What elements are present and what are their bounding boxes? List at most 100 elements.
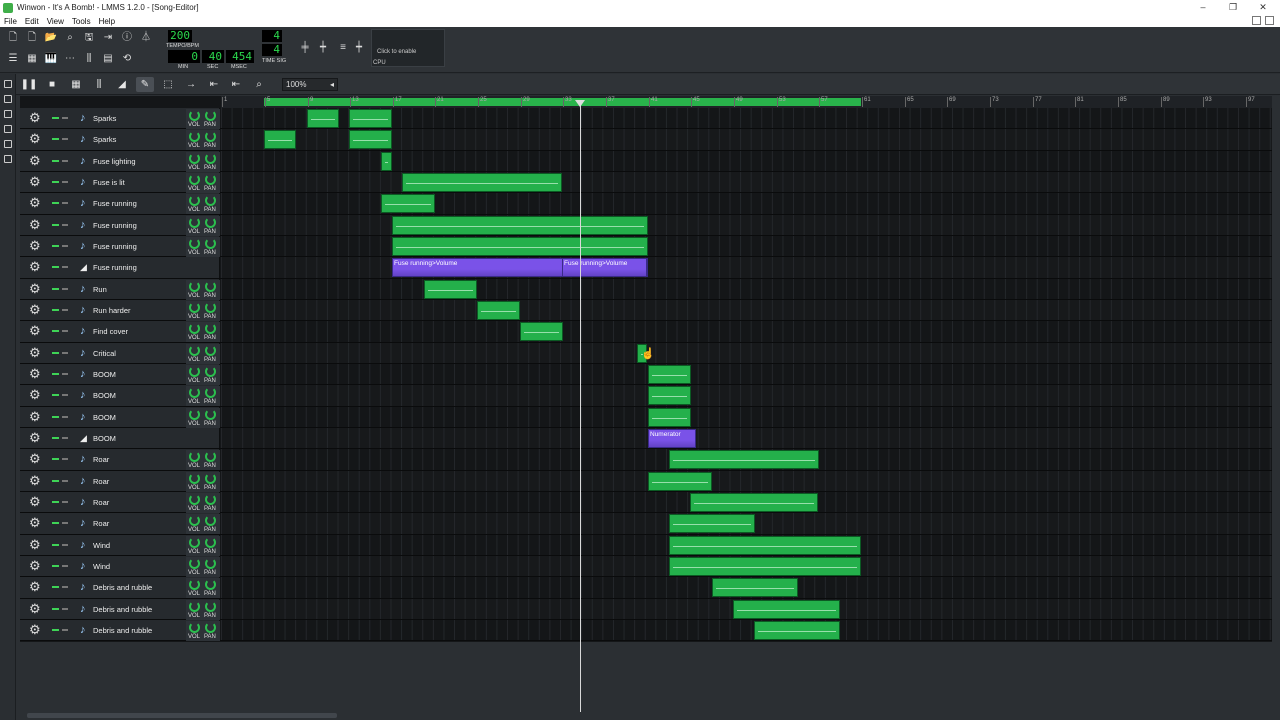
track-header[interactable]: ⚙ ◢ BOOM bbox=[20, 427, 220, 449]
volume-knob[interactable] bbox=[189, 557, 200, 569]
solo-led-icon[interactable] bbox=[62, 500, 68, 503]
volume-knob[interactable] bbox=[189, 621, 200, 633]
mute-led-icon[interactable] bbox=[52, 372, 59, 375]
track-lane[interactable] bbox=[221, 491, 1272, 513]
track-header[interactable]: ⚙ ♪ Critical VOL PAN bbox=[20, 342, 220, 364]
track-lane[interactable] bbox=[221, 150, 1272, 171]
panning-knob[interactable] bbox=[205, 110, 216, 121]
track-lane[interactable] bbox=[221, 171, 1272, 193]
volume-knob[interactable] bbox=[189, 152, 200, 164]
mute-led-icon[interactable] bbox=[52, 543, 59, 546]
mute-led-icon[interactable] bbox=[52, 479, 59, 482]
track-lane[interactable] bbox=[221, 385, 1272, 406]
track-header[interactable]: ⚙ ♪ Fuse lighting VOL PAN bbox=[20, 150, 220, 172]
pattern-clip[interactable] bbox=[690, 492, 818, 512]
track-name[interactable]: Run harder bbox=[93, 306, 131, 315]
pattern-clip[interactable] bbox=[648, 471, 712, 491]
panning-knob[interactable] bbox=[205, 387, 216, 399]
track-lane[interactable] bbox=[221, 598, 1272, 619]
piano-roll-icon[interactable]: 🎹 bbox=[44, 52, 58, 66]
gear-icon[interactable]: ⚙ bbox=[29, 516, 41, 530]
pattern-clip[interactable] bbox=[648, 364, 691, 384]
gear-icon[interactable]: ⚙ bbox=[29, 601, 41, 616]
solo-led-icon[interactable] bbox=[62, 244, 68, 247]
instrument-plugins-icon[interactable] bbox=[4, 155, 12, 163]
mute-led-icon[interactable] bbox=[52, 244, 59, 247]
panning-knob[interactable] bbox=[205, 365, 216, 377]
track-name[interactable]: BOOM bbox=[93, 413, 116, 422]
mute-led-icon[interactable] bbox=[52, 394, 59, 397]
pattern-clip[interactable] bbox=[754, 620, 840, 640]
track-header[interactable]: ⚙ ♪ Run harder VOL PAN bbox=[20, 299, 220, 321]
gear-icon[interactable]: ⚙ bbox=[29, 494, 41, 509]
mute-led-icon[interactable] bbox=[52, 180, 59, 183]
volume-knob[interactable] bbox=[189, 493, 200, 505]
track-name[interactable]: Fuse running bbox=[93, 199, 137, 208]
solo-led-icon[interactable] bbox=[62, 564, 68, 567]
gear-icon[interactable]: ⚙ bbox=[29, 345, 41, 360]
track-name[interactable]: Fuse running bbox=[93, 263, 137, 272]
subwindow-restore-icon[interactable] bbox=[1252, 16, 1261, 25]
track-lane[interactable] bbox=[221, 513, 1272, 534]
automation-pattern[interactable]: Numerator bbox=[648, 428, 696, 448]
horizontal-scrollbar[interactable] bbox=[27, 713, 337, 718]
menu-file[interactable]: File bbox=[0, 17, 21, 26]
track-lane[interactable] bbox=[221, 342, 1272, 363]
timeline-ruler[interactable]: 1 5 9 13 17 21 25 29 33 37 41 45 49 53 57 61 65 69 73 77 81 8… bbox=[221, 96, 1272, 108]
mute-led-icon[interactable] bbox=[52, 223, 59, 226]
root-directory-icon[interactable] bbox=[4, 140, 12, 148]
solo-led-icon[interactable] bbox=[62, 159, 68, 162]
pattern-clip[interactable] bbox=[520, 322, 563, 342]
gear-icon[interactable]: ⚙ bbox=[29, 281, 41, 296]
track-lane[interactable] bbox=[221, 555, 1272, 577]
volume-knob[interactable] bbox=[189, 344, 200, 356]
gear-icon[interactable]: ⚙ bbox=[29, 238, 41, 253]
track-lane[interactable] bbox=[221, 235, 1272, 257]
track-header[interactable]: ⚙ ◢ Fuse running bbox=[20, 257, 220, 278]
pattern-clip[interactable] bbox=[424, 279, 477, 299]
mute-led-icon[interactable] bbox=[52, 500, 59, 503]
track-name[interactable]: Wind bbox=[93, 541, 110, 550]
time-sig-numerator[interactable]: 4 bbox=[262, 30, 282, 42]
mute-led-icon[interactable] bbox=[52, 202, 59, 205]
track-header[interactable]: ⚙ ♪ Fuse running VOL PAN bbox=[20, 214, 220, 236]
time-sig-denominator[interactable]: 4 bbox=[262, 44, 282, 56]
pattern-clip[interactable] bbox=[392, 236, 648, 256]
volume-knob[interactable] bbox=[189, 173, 200, 185]
panning-knob[interactable] bbox=[205, 280, 216, 292]
track-lane[interactable] bbox=[221, 193, 1272, 214]
pattern-clip[interactable] bbox=[381, 194, 435, 214]
play-pause-icon[interactable]: ❚❚ bbox=[20, 77, 38, 92]
stop-icon[interactable]: ■ bbox=[43, 77, 61, 92]
panning-knob[interactable] bbox=[205, 344, 216, 356]
track-lane[interactable] bbox=[221, 299, 1272, 321]
gear-icon[interactable]: ⚙ bbox=[29, 388, 41, 402]
mute-led-icon[interactable] bbox=[52, 522, 59, 525]
mute-led-icon[interactable] bbox=[52, 138, 59, 141]
track-header[interactable]: ⚙ ♪ Run VOL PAN bbox=[20, 278, 220, 300]
pattern-clip[interactable] bbox=[669, 535, 861, 555]
new-project-icon[interactable]: 🗋 bbox=[6, 31, 20, 45]
panning-knob[interactable] bbox=[205, 493, 216, 505]
panning-knob[interactable] bbox=[205, 536, 216, 548]
volume-knob[interactable] bbox=[189, 600, 200, 612]
track-header[interactable]: ⚙ ♪ Roar VOL PAN bbox=[20, 449, 220, 471]
solo-led-icon[interactable] bbox=[62, 308, 68, 311]
track-header[interactable]: ⚙ ♪ Sparks VOL PAN bbox=[20, 129, 220, 151]
solo-led-icon[interactable] bbox=[62, 266, 68, 269]
solo-led-icon[interactable] bbox=[62, 330, 68, 333]
panning-knob[interactable] bbox=[205, 301, 216, 313]
gear-icon[interactable]: ⚙ bbox=[29, 622, 41, 637]
track-lane[interactable] bbox=[221, 321, 1272, 342]
gear-icon[interactable]: ⚙ bbox=[29, 366, 41, 381]
pattern-clip[interactable] bbox=[648, 407, 691, 427]
track-lane[interactable] bbox=[221, 278, 1272, 299]
track-name[interactable]: BOOM bbox=[93, 391, 116, 400]
song-editor-icon[interactable]: ☰ bbox=[6, 52, 20, 66]
volume-knob[interactable] bbox=[189, 237, 200, 249]
pattern-clip[interactable] bbox=[402, 172, 562, 192]
master-volume-slider-icon[interactable]: ╪ bbox=[298, 41, 312, 55]
panning-knob[interactable] bbox=[205, 131, 216, 143]
solo-led-icon[interactable] bbox=[62, 607, 68, 610]
volume-knob[interactable] bbox=[189, 323, 200, 335]
